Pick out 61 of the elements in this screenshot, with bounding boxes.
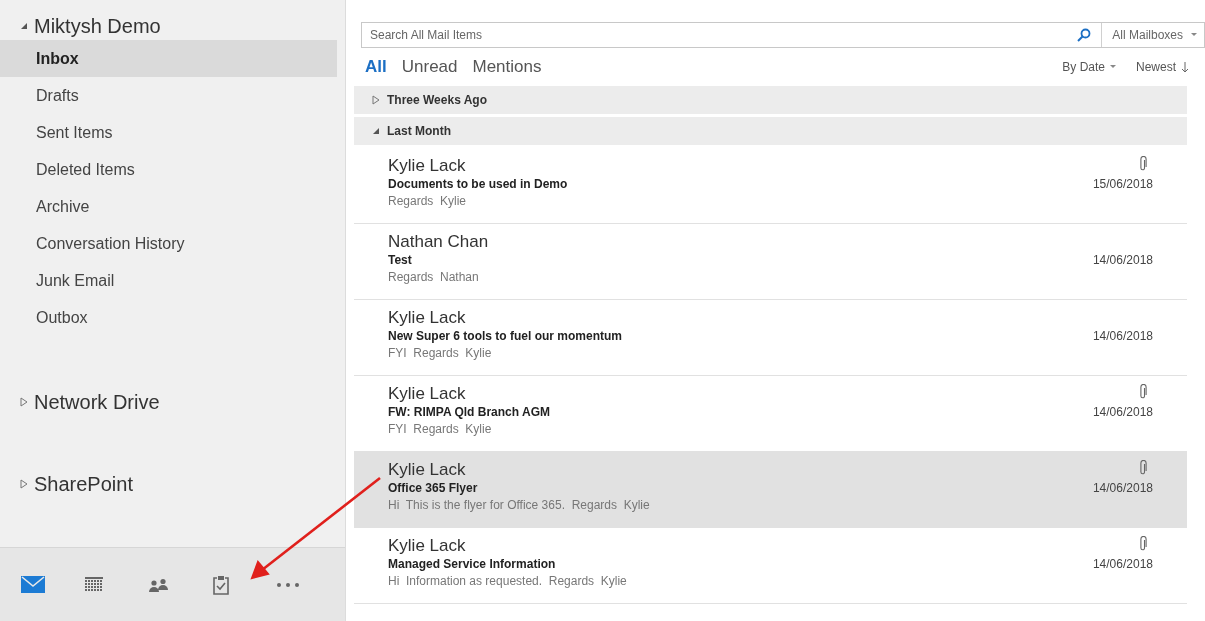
search-icon[interactable] [1077,28,1092,42]
expand-arrow-icon[interactable] [372,95,380,105]
message-subject: New Super 6 tools to fuel our momentum [388,328,624,344]
folder-item[interactable]: Junk Email [0,262,337,299]
message-subject: FW: RIMPA Qld Branch AGM [388,404,551,420]
caret-icon [1191,33,1197,37]
clipboard-check-icon[interactable] [213,574,229,595]
message-subject: Test [388,252,413,268]
sender-name: Kylie Lack [388,308,467,328]
mailbox-scope-dropdown[interactable]: All Mailboxes [1101,23,1204,47]
expand-arrow-icon[interactable] [20,397,28,407]
group-header[interactable]: Last Month [354,117,1187,145]
folder-item[interactable]: Archive [0,188,337,225]
message-date: 14/06/2018 [1092,328,1153,344]
message-preview: Hi Information as requested. Regards Kylie [388,573,628,590]
message-date: 14/06/2018 [1092,556,1153,572]
sort-order-button[interactable]: Newest [1136,60,1189,74]
account-name[interactable]: Network Drive [34,390,160,414]
down-arrow-icon [1181,61,1189,73]
message-preview: FYI Regards Kylie [388,421,493,438]
people-icon[interactable] [149,577,169,592]
expand-arrow-icon[interactable] [372,127,380,135]
message-preview: FYI Regards Kylie [388,345,493,362]
mail-icon[interactable] [21,576,45,593]
group-label: Three Weeks Ago [387,93,488,107]
message-preview: Hi This is the flyer for Office 365. Regards Kylie [388,497,651,514]
expand-arrow-icon[interactable] [20,22,28,30]
search-field[interactable]: Search All Mail Items All Mailboxes [361,22,1205,48]
message-date: 14/06/2018 [1092,252,1153,268]
folder-item[interactable]: Inbox [0,40,337,77]
message-preview: Regards Kylie [388,193,468,210]
account-name[interactable]: Miktysh Demo [34,14,161,38]
group-label: Last Month [387,124,451,138]
sender-name: Nathan Chan [388,232,490,252]
folder-item[interactable]: Deleted Items [0,151,337,188]
message-date: 14/06/2018 [1092,480,1153,496]
message-row[interactable]: Kylie Lack Office 365 Flyer Hi This is the flyer for Office 365. Regards Kylie 14/06/2018 [354,452,1187,528]
sort-by-dropdown[interactable]: By Date [1062,60,1116,74]
expand-arrow-icon[interactable] [20,479,28,489]
filter-tab[interactable]: Mentions [472,57,542,77]
message-date: 14/06/2018 [1092,404,1153,420]
message-subject: Office 365 Flyer [388,480,479,496]
caret-icon [1110,65,1116,69]
message-subject: Managed Service Information [388,556,557,572]
sender-name: Kylie Lack [388,156,467,176]
filter-tab[interactable]: Unread [401,57,458,77]
folder-item[interactable]: Drafts [0,77,337,114]
folder-item[interactable]: Conversation History [0,225,337,262]
message-preview: Regards Nathan [388,269,480,286]
filter-tab[interactable]: All [365,57,387,77]
account-name[interactable]: SharePoint [34,472,133,496]
message-date: 15/06/2018 [1092,176,1153,192]
folder-item[interactable]: Outbox [0,299,337,336]
sender-name: Kylie Lack [388,384,467,404]
message-subject: Documents to be used in Demo [388,176,569,192]
sender-name: Kylie Lack [388,460,467,480]
more-icon[interactable] [277,582,299,587]
group-header[interactable]: Three Weeks Ago [354,86,1187,114]
folder-item[interactable]: Sent Items [0,114,337,151]
calendar-icon[interactable] [85,577,103,592]
sender-name: Kylie Lack [388,536,467,556]
